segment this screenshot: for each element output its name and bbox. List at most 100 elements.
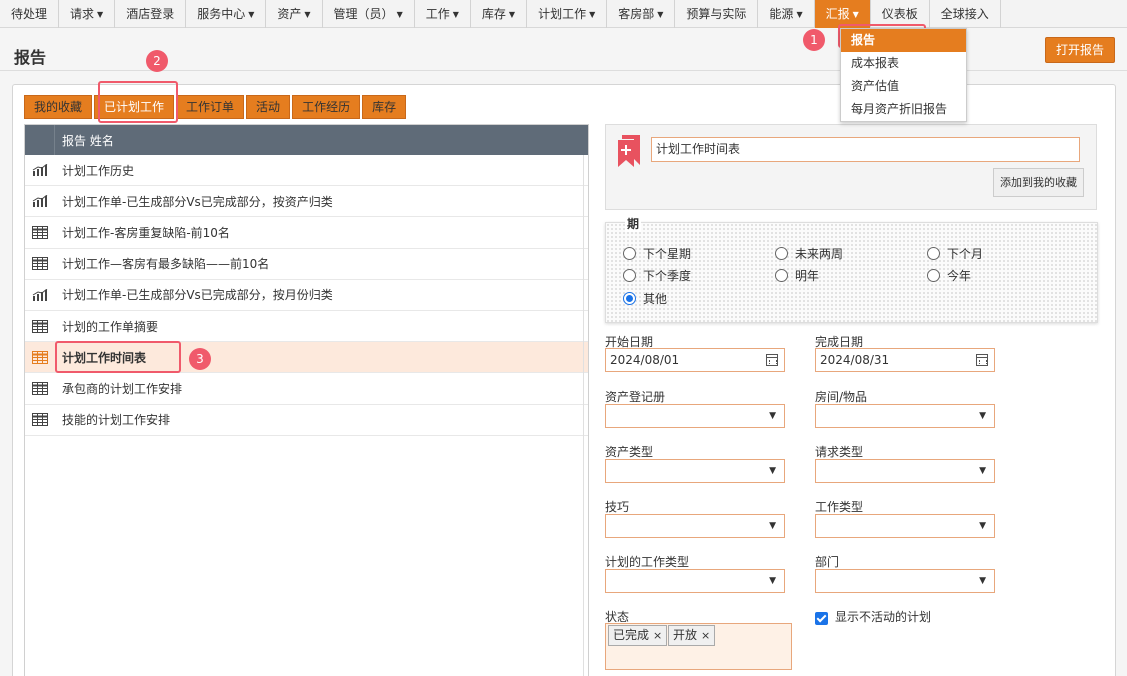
nav-admin[interactable]: 管理（员） ▼ [323, 0, 415, 28]
open-report-button[interactable]: 打开报告 [1045, 37, 1115, 63]
radio-next-week[interactable]: 下个星期 [623, 245, 691, 262]
show-inactive-checkbox[interactable] [815, 612, 828, 625]
bookmark-add-icon [618, 135, 640, 167]
menu-item-reports[interactable]: 报告 [841, 29, 966, 52]
chevron-down-icon: ▼ [97, 9, 104, 19]
close-icon[interactable]: × [653, 629, 662, 642]
radio-label: 其他 [643, 292, 668, 306]
nav-work[interactable]: 工作 ▼ [415, 0, 471, 28]
report-row[interactable]: 计划工作单-已生成部分Vs已完成部分，按资产归类 [25, 186, 588, 218]
nav-label: 服务中心 [197, 6, 246, 21]
nav-budget[interactable]: 预算与实际 [675, 0, 759, 28]
chevron-down-icon: ▼ [396, 9, 403, 19]
asset-type-select[interactable]: ▼ [605, 459, 785, 483]
chevron-down-icon: ▼ [248, 9, 255, 19]
report-list: 报告 姓名 计划工作历史 计划工作单-已生成部分Vs已完成部分，按资产归类 计划工作… [24, 124, 589, 676]
start-date-field[interactable]: 2024/08/01 [605, 348, 785, 372]
list-header-label: 报告 姓名 [62, 133, 114, 148]
nav-assets[interactable]: 资产 ▼ [266, 0, 323, 28]
report-row[interactable]: 承包商的计划工作安排 [25, 373, 588, 405]
chevron-down-icon: ▼ [769, 411, 776, 421]
skill-select[interactable]: ▼ [605, 514, 785, 538]
report-row[interactable]: 计划工作单-已生成部分Vs已完成部分，按月份归类 [25, 280, 588, 311]
planned-work-type-select[interactable]: ▼ [605, 569, 785, 593]
radio-next-quarter[interactable]: 下个季度 [623, 267, 691, 284]
room-label: 房间/物品 [815, 390, 868, 404]
report-row[interactable]: 计划工作历史 [25, 155, 588, 187]
asset-register-label: 资产登记册 [605, 390, 666, 404]
nav-label: 库存 [481, 6, 506, 21]
chevron-down-icon: ▼ [589, 9, 596, 19]
radio-label: 下个月 [947, 247, 984, 261]
add-to-favorites-button[interactable]: 添加到我的收藏 [993, 168, 1084, 197]
tab-favorites[interactable]: 我的收藏 [24, 95, 93, 119]
nav-label: 全球接入 [940, 6, 989, 21]
radio-other[interactable]: 其他 [623, 290, 667, 307]
radio-label: 下个季度 [643, 269, 692, 283]
nav-pending[interactable]: 待处理 [0, 0, 60, 28]
chip-label: 开放 [673, 628, 698, 642]
nav-label: 酒店登录 [126, 6, 175, 21]
tab-inventory[interactable]: 库存 [362, 95, 407, 119]
nav-label: 能源 [769, 6, 794, 21]
chart-icon [25, 164, 55, 177]
report-row[interactable]: 技能的计划工作安排 [25, 405, 588, 436]
nav-label: 预算与实际 [686, 6, 747, 21]
report-row-label: 技能的计划工作安排 [62, 413, 171, 428]
chevron-down-icon: ▼ [979, 521, 986, 531]
chevron-down-icon: ▼ [508, 9, 516, 19]
table-icon [25, 350, 55, 364]
nav-label: 管理（员） [333, 6, 394, 21]
room-select[interactable]: ▼ [815, 404, 995, 428]
skill-label: 技巧 [605, 500, 630, 514]
nav-planned-work[interactable]: 计划工作 ▼ [527, 0, 608, 28]
tab-work-history[interactable]: 工作经历 [292, 95, 361, 119]
nav-global-access[interactable]: 全球接入 [930, 0, 1001, 28]
calendar-icon[interactable] [766, 354, 778, 366]
radio-next-year[interactable]: 明年 [775, 267, 819, 284]
chevron-down-icon: ▼ [796, 9, 803, 19]
radio-next-month[interactable]: 下个月 [927, 245, 983, 262]
list-scrollbar[interactable] [583, 155, 589, 676]
radio-next-two-weeks[interactable]: 未来两周 [775, 245, 843, 262]
report-row-label: 计划工作历史 [62, 163, 135, 178]
nav-housekeeping[interactable]: 客房部 ▼ [607, 0, 676, 28]
request-type-select[interactable]: ▼ [815, 459, 995, 483]
nav-label: 待处理 [11, 6, 48, 21]
nav-label: 请求 [70, 6, 95, 21]
category-tabs: 我的收藏 已计划工作 工作订单 活动 工作经历 库存 [24, 95, 407, 119]
report-name-field[interactable]: 计划工作时间表 [651, 137, 1080, 162]
work-type-select[interactable]: ▼ [815, 514, 995, 538]
report-row-label: 计划工作单-已生成部分Vs已完成部分，按月份归类 [62, 288, 333, 303]
menu-item-asset-valuation[interactable]: 资产估值 [841, 75, 966, 98]
start-date-value: 2024/08/01 [610, 353, 680, 367]
nav-energy[interactable]: 能源 ▼ [758, 0, 815, 28]
report-row-label: 计划的工作单摘要 [62, 319, 159, 334]
department-select[interactable]: ▼ [815, 569, 995, 593]
nav-hotel-login[interactable]: 酒店登录 [115, 0, 187, 28]
tab-activities[interactable]: 活动 [246, 95, 291, 119]
nav-inventory[interactable]: 库存 ▼ [471, 0, 528, 28]
table-icon [25, 257, 55, 271]
report-row[interactable]: 计划工作—客房有最多缺陷——前10名 [25, 249, 588, 280]
asset-register-select[interactable]: ▼ [605, 404, 785, 428]
report-row[interactable]: 计划的工作单摘要 [25, 311, 588, 343]
close-icon[interactable]: × [701, 629, 710, 642]
end-date-field[interactable]: 2024/08/31 [815, 348, 995, 372]
menu-item-cost-report[interactable]: 成本报表 [841, 52, 966, 75]
table-icon [25, 319, 55, 333]
menu-item-depreciation[interactable]: 每月资产折旧报告 [841, 98, 966, 121]
tab-work-orders[interactable]: 工作订单 [176, 95, 245, 119]
chevron-down-icon: ▼ [769, 521, 776, 531]
radio-circle-checked [623, 292, 636, 305]
report-row-label: 计划工作-客房重复缺陷-前10名 [62, 225, 230, 240]
end-date-value: 2024/08/31 [820, 353, 890, 367]
radio-this-year[interactable]: 今年 [927, 267, 971, 284]
nav-service-center[interactable]: 服务中心 ▼ [186, 0, 267, 28]
radio-circle [775, 247, 788, 260]
calendar-icon[interactable] [976, 354, 988, 366]
radio-circle [927, 247, 940, 260]
chevron-down-icon: ▼ [979, 466, 986, 476]
report-row[interactable]: 计划工作-客房重复缺陷-前10名 [25, 217, 588, 249]
nav-requests[interactable]: 请求 ▼ [59, 0, 116, 28]
